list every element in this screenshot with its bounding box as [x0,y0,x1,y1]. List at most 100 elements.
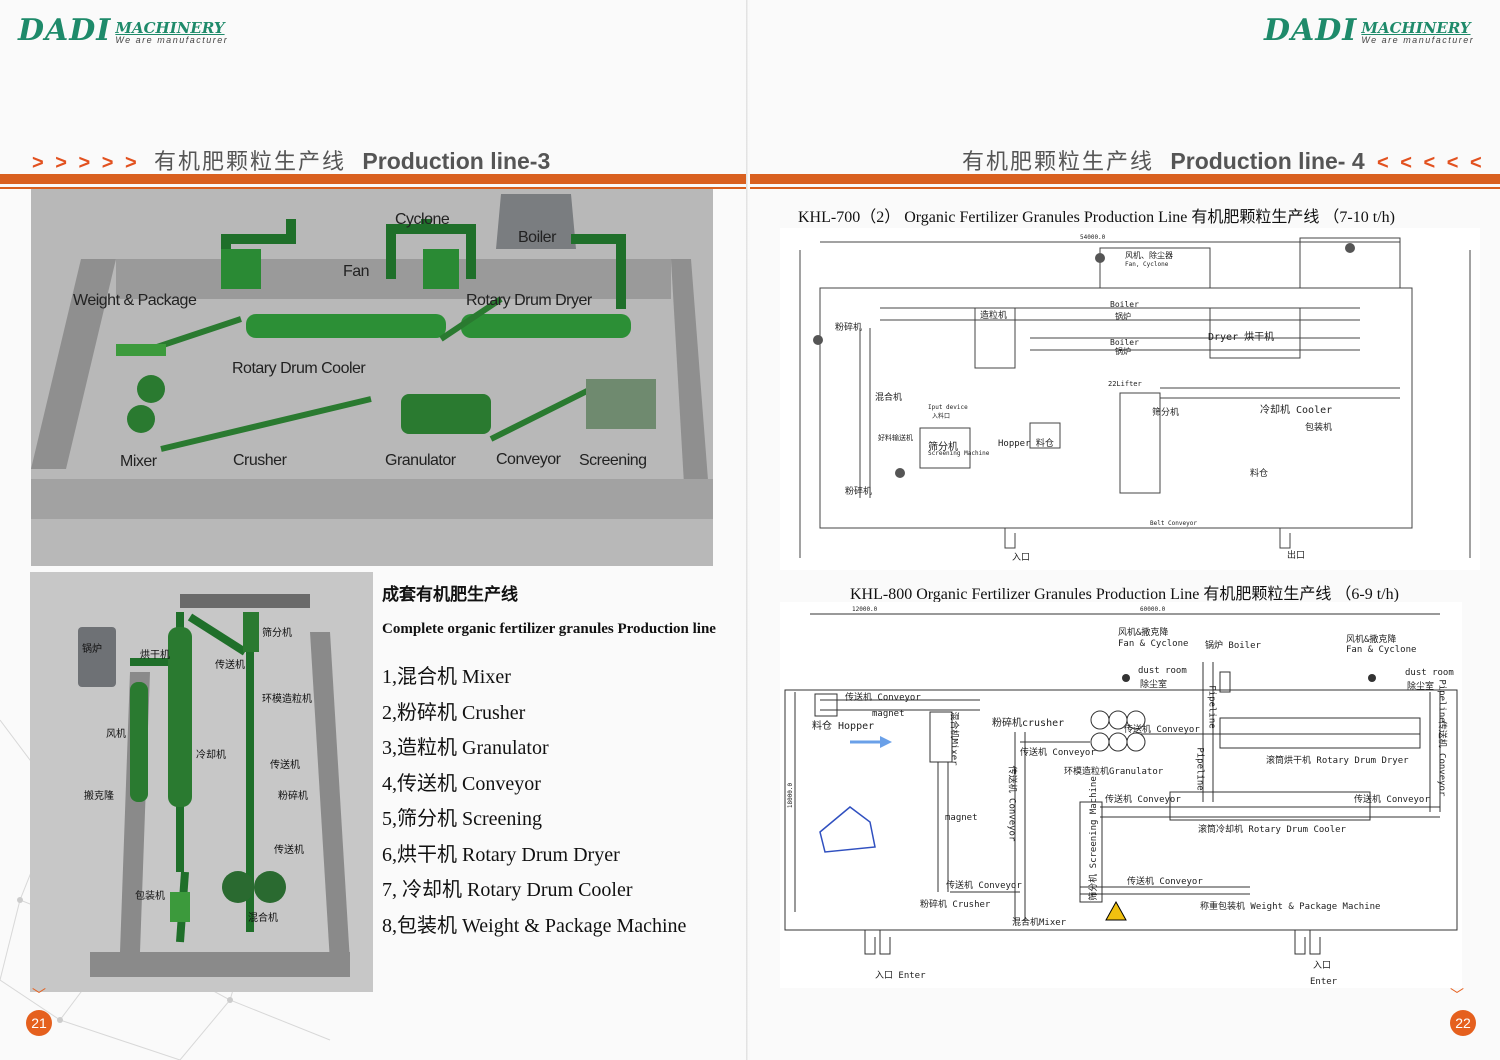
plan-conveyor-2: 传送机 [270,760,300,771]
d800-fan-cyclone1-en: Fan & Cyclone [1118,639,1189,649]
label-rotary-cooler: Rotary Drum Cooler [232,360,366,377]
logo-tagline: We are manufacturer [1361,35,1475,45]
d800-conveyor-top: 传送机 Conveyor [845,693,921,703]
title-en: Production line-3 [362,148,551,174]
d800-dim1: 12000.0 [852,606,878,613]
page-title: > > > > > 有机肥颗粒生产线 Production line-3 [32,144,550,176]
title-arrows: > > > > > [32,152,140,174]
plan-dryer: 烘干机 [140,650,170,661]
logo-mark: DADI [1264,13,1358,48]
company-logo: DADI MACHINERY We are manufacturer [1264,16,1474,46]
plan-cyclone: 搬克隆 [84,791,114,802]
d700-hopper2: 料仓 [1250,469,1269,479]
title-en: Production line- 4 [1170,148,1365,174]
title-arrows: < < < < < [1377,152,1485,174]
d800-fan-cyclone1: 风机&撒克降 [1118,628,1169,638]
list-subheading: Complete organic fertilizer granules Pro… [382,621,716,637]
list-item: 6,烘干机 Rotary Drum Dryer [382,843,620,866]
d800-crusher-bottom: 粉碎机 Crusher [920,900,991,910]
d700-conveyor-cn: 好料输送机 [878,434,913,442]
d800-enter1: 入口 Enter [875,971,926,981]
d800-conveyor-d: 传送机 Conveyor [1354,795,1430,805]
d700-boiler1: Boiler [1110,300,1139,309]
label-fan: Fan [343,263,370,280]
d700-cooler: 冷却机 Cooler [1260,405,1333,416]
d800-magnet1: magnet [872,709,905,719]
d700-lifter: 22Lifter [1108,380,1142,388]
d800-screening-v: 筛分机 Screening Machine [1088,776,1099,901]
d800-magnet2: magnet [945,813,978,823]
d700-fan-cyclone-en: Fan, Cyclone [1125,261,1169,268]
production-plan-image: 锅炉 烘干机 传送机 筛分机 风机 环模造粒机 冷却机 传送机 粉碎机 搬克隆 … [30,572,373,992]
d800-conveyor-b: 传送机 Conveyor [1124,725,1200,735]
company-logo: DADI MACHINERY We are manufacturer [18,16,228,46]
d700-crusher2: 粉碎机 [845,487,873,497]
d800-mixer-bottom: 混合机Mixer [1012,918,1067,928]
page-number: 22 [1450,1010,1476,1036]
d700-entry: 入口 [1012,553,1031,563]
d800-dust-room2: dust room [1405,668,1454,678]
plan-conveyor-1: 传送机 [215,660,245,671]
plan-crusher: 粉碎机 [278,791,308,802]
d700-hopper: Hopper 料仓 [998,439,1054,449]
logo-tagline: We are manufacturer [115,35,229,45]
khl700-caption: KHL-700（2） Organic Fertilizer Granules P… [798,209,1395,226]
d700-screen-en: Screening Machine [928,450,990,457]
d700-granulator: 造粒机 [980,311,1008,321]
d800-hopper: 料仓 Hopper [812,721,875,732]
list-item: 2,粉碎机 Crusher [382,701,526,724]
d700-mixer: 混合机 [875,393,903,403]
khl800-caption: KHL-800 Organic Fertilizer Granules Prod… [850,586,1399,603]
d800-conveyor-right: 传送机 Conveyor [1436,720,1447,797]
plan-screen: 筛分机 [262,628,292,639]
title-cn: 有机肥颗粒生产线 [154,150,347,175]
d700-input: Iput device [928,404,968,411]
d800-dim3: 18000.0 [787,782,795,809]
d800-granulator: 环模造粒机Granulator [1064,767,1164,777]
label-mixer: Mixer [120,453,157,470]
plan-mixer: 混合机 [248,913,278,924]
equipment-list: 成套有机肥生产线 Complete organic fertilizer gra… [382,580,742,944]
d800-conveyor-a: 传送机 Conveyor [1020,748,1096,758]
title-rule [0,174,748,184]
page-title: 有机肥颗粒生产线 Production line- 4 < < < < < [962,144,1485,176]
list-item: 4,传送机 Conveyor [382,772,541,795]
production-line-3d-image: Cyclone Boiler Fan Weight & Package Rota… [31,189,713,566]
d700-dryer: Dryer 烘干机 [1208,332,1275,343]
d800-packer: 称重包装机 Weight & Package Machine [1200,902,1381,912]
d800-crusher-top: 粉碎机crusher [992,718,1065,729]
d800-fan-cyclone2: 风机&撒克降 [1346,635,1397,645]
d700-packing: 包装机 [1305,423,1333,433]
d800-conveyor-e: 传送机 Conveyor [946,881,1022,891]
label-cyclone: Cyclone [395,211,450,228]
label-conveyor: Conveyor [496,451,561,468]
d700-crusher: 粉碎机 [835,323,863,333]
d800-dust-room1: dust room [1138,666,1187,676]
d800-fan-cyclone2-en: Fan & Cyclone [1346,645,1417,655]
d800-pipeline2: Pipeline [1194,747,1205,791]
list-item: 7, 冷却机 Rotary Drum Cooler [382,879,633,901]
d800-dust-room1-cn: 除尘室 [1140,680,1168,690]
chevron-down-icon: ﹀ [32,987,46,1003]
label-boiler: Boiler [518,229,556,246]
right-page: DADI MACHINERY We are manufacturer 有机肥颗粒生… [750,0,1500,1060]
list-item: 1,混合机 Mixer [382,666,511,688]
khl700-drawing: 54000.0 风机、除尘器 Fan, Cyclone Boiler 锅炉 Bo… [780,228,1480,570]
d800-conveyor-f: 传送机 Conveyor [1127,877,1203,887]
khl800-drawing: 12000.0 60000.0 18000.0 风机&撒克降 Fan & Cyc… [780,602,1462,988]
plan-cooler: 冷却机 [196,750,226,761]
label-rotary-dryer: Rotary Drum Dryer [466,292,592,309]
d700-boiler1-cn: 锅炉 [1115,312,1131,321]
title-rule [750,174,1500,184]
d800-boiler: 锅炉 Boiler [1205,641,1261,651]
d800-pipeline1: Pipeline [1206,685,1217,729]
plan-conveyor-3: 传送机 [274,845,304,856]
list-item: 5,筛分机 Screening [382,808,542,830]
label-weight-package: Weight & Package [73,292,197,309]
d800-pipeline3: Pipeline [1436,679,1447,723]
d800-enter2-en: Enter [1310,977,1338,987]
list-heading: 成套有机肥生产线 [382,585,518,605]
logo-brand: MACHINERY [115,19,225,37]
d800-conveyor-c: 传送机 Conveyor [1105,795,1181,805]
d700-screen2: 筛分机 [1152,408,1180,418]
